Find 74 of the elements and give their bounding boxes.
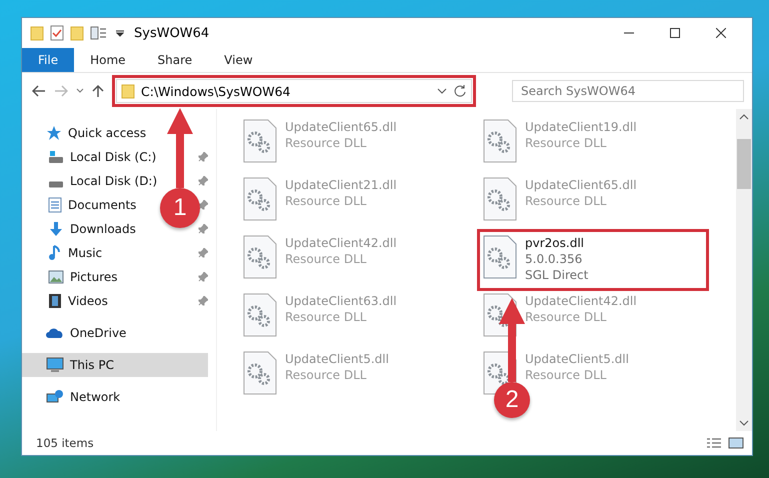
gear-file-icon	[243, 235, 277, 279]
details-view-icon[interactable]	[706, 437, 722, 449]
network-icon	[46, 389, 64, 405]
sidebar-item[interactable]: This PC	[22, 353, 208, 377]
pin-icon[interactable]	[198, 248, 208, 258]
sidebar-item[interactable]: Downloads	[22, 217, 142, 241]
monitor-icon	[46, 357, 64, 373]
gear-file-icon	[243, 293, 277, 337]
window-title: SysWOW64	[134, 26, 210, 40]
pin-icon[interactable]	[198, 200, 208, 210]
scrollbar[interactable]	[736, 109, 752, 431]
pin-icon[interactable]	[198, 296, 208, 306]
up-arrow-icon[interactable]	[92, 84, 104, 98]
chevron-down-icon[interactable]	[76, 88, 84, 94]
sidebar-item[interactable]: Quick access	[22, 121, 152, 145]
pin-icon[interactable]	[198, 176, 208, 186]
close-icon[interactable]	[716, 28, 726, 38]
ribbon-tab[interactable]: View	[208, 48, 269, 72]
file-detail: 5.0.0.356	[525, 251, 584, 267]
file-detail: Resource DLL	[525, 367, 608, 383]
sidebar-item[interactable]: Local Disk (C:)	[22, 145, 162, 169]
drive-icon	[48, 180, 64, 188]
ribbon-tab[interactable]: Share	[142, 48, 208, 72]
star-icon	[46, 125, 62, 141]
scroll-down-icon[interactable]	[739, 419, 749, 427]
refresh-icon[interactable]	[453, 84, 467, 98]
sidebar-item[interactable]: Pictures	[22, 265, 124, 289]
drive-icon	[48, 150, 64, 164]
cloud-icon	[46, 327, 64, 339]
document-icon	[48, 197, 62, 213]
gear-file-icon	[243, 119, 277, 163]
minimize-icon[interactable]	[624, 32, 634, 34]
back-icon[interactable]	[32, 85, 46, 97]
search-field[interactable]: Search SysWOW64	[512, 80, 744, 102]
scroll-thumb[interactable]	[737, 139, 751, 189]
folder-icon	[121, 83, 135, 99]
sidebar-item[interactable]: Videos	[22, 289, 114, 313]
file-name[interactable]: pvr2os.dll	[525, 235, 588, 251]
ribbon-tab[interactable]: File	[22, 48, 74, 72]
dropdown-icon[interactable]	[116, 29, 124, 37]
file-detail: Resource DLL	[285, 367, 368, 383]
file-detail: Resource DLL	[525, 193, 608, 209]
file-detail: Resource DLL	[525, 135, 608, 151]
file-detail: Resource DLL	[285, 251, 368, 267]
gear-file-icon	[243, 351, 277, 395]
gear-file-icon	[243, 177, 277, 221]
sidebar-item[interactable]: Documents	[22, 193, 142, 217]
pin-icon[interactable]	[198, 272, 208, 282]
gear-file-icon	[483, 177, 517, 221]
file-detail: SGL Direct	[525, 267, 588, 283]
scroll-up-icon[interactable]	[739, 113, 749, 121]
sidebar-item[interactable]: OneDrive	[22, 321, 132, 345]
properties-icon[interactable]	[50, 25, 64, 41]
file-detail: Resource DLL	[285, 193, 368, 209]
pin-icon[interactable]	[198, 224, 208, 234]
large-icons-view-icon[interactable]	[728, 437, 744, 449]
sidebar-item[interactable]: Network	[22, 385, 126, 409]
ribbon-tab[interactable]: Home	[74, 48, 142, 72]
file-detail: Resource DLL	[285, 309, 368, 325]
file-detail: Resource DLL	[525, 309, 608, 325]
sidebar-item[interactable]: Music	[22, 241, 108, 265]
folder-icon	[70, 25, 84, 41]
chevron-down-icon[interactable]	[437, 88, 447, 94]
folder-icon	[30, 25, 44, 41]
gear-file-icon	[483, 119, 517, 163]
maximize-icon[interactable]	[670, 28, 680, 38]
film-icon	[48, 293, 62, 309]
music-note-icon	[48, 245, 62, 261]
picture-icon	[48, 270, 64, 284]
gear-file-icon	[483, 235, 517, 279]
down-arrow-icon	[48, 221, 64, 237]
item-count: 105 items	[36, 436, 94, 450]
pin-icon[interactable]	[198, 152, 208, 162]
file-detail: Resource DLL	[285, 135, 368, 151]
